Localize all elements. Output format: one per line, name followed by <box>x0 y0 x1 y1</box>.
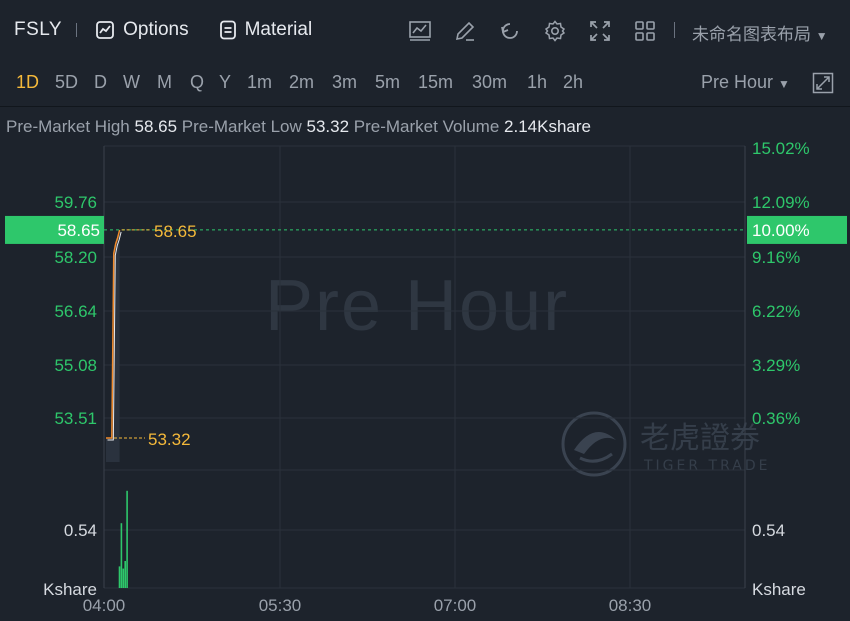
price-tick-label: 59.76 <box>54 193 97 212</box>
volume-bar <box>126 490 128 588</box>
volume-bar <box>122 568 125 588</box>
high-marker-label: 58.65 <box>154 222 197 241</box>
current-percent-value: 10.00% <box>752 221 810 240</box>
price-markers: 58.65 10.00% 58.65 53.32 <box>5 215 847 449</box>
percent-tick-label: 3.29% <box>752 356 800 375</box>
volume-tick-right: 0.54 <box>752 521 785 540</box>
volume-unit-right: Kshare <box>752 580 806 599</box>
percent-tick-label: 0.36% <box>752 409 800 428</box>
volume-bar <box>120 523 123 588</box>
current-price-value: 58.65 <box>57 221 100 240</box>
volume-bar <box>124 561 126 588</box>
price-line <box>106 229 122 462</box>
price-tick-label: 58.20 <box>54 248 97 267</box>
chart-axes: 59.76 58.20 56.64 55.08 53.51 15.02% 12.09% 9.1… <box>43 139 810 615</box>
percent-tick-label: 12.09% <box>752 193 810 212</box>
low-marker-label: 53.32 <box>148 430 191 449</box>
percent-tick-label: 6.22% <box>752 302 800 321</box>
time-tick-label: 04:00 <box>83 596 126 615</box>
price-chart[interactable]: 58.65 10.00% 58.65 53.32 59.76 58.20 56.64 55.… <box>0 0 850 621</box>
price-tick-label: 55.08 <box>54 356 97 375</box>
time-tick-label: 08:30 <box>609 596 652 615</box>
price-tick-label: 53.51 <box>54 409 97 428</box>
time-tick-label: 05:30 <box>259 596 302 615</box>
percent-tick-label: 9.16% <box>752 248 800 267</box>
volume-bar <box>118 566 121 588</box>
volume-bars <box>118 490 128 588</box>
price-tick-label: 56.64 <box>54 302 97 321</box>
volume-tick-left: 0.54 <box>64 521 97 540</box>
percent-tick-label: 15.02% <box>752 139 810 158</box>
chart-grid <box>103 145 746 589</box>
time-tick-label: 07:00 <box>434 596 477 615</box>
